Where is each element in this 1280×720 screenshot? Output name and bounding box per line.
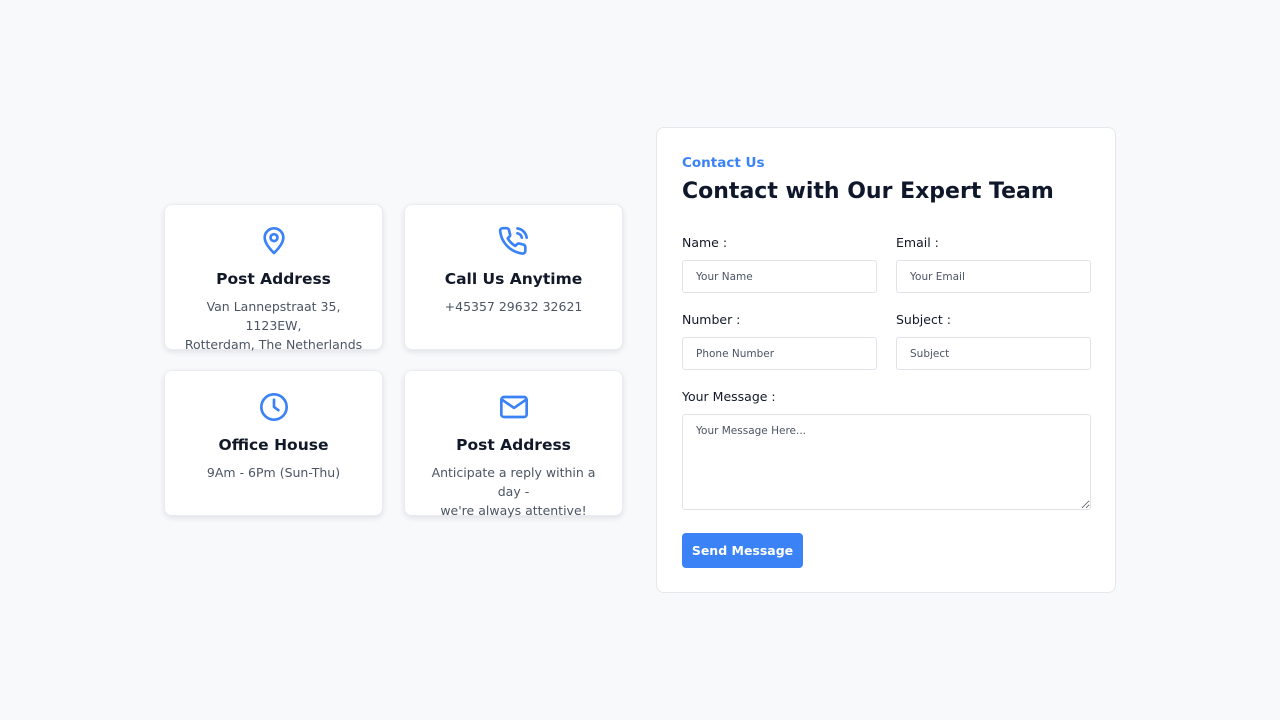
- email-label: Email :: [896, 235, 939, 250]
- map-pin-icon: [258, 225, 290, 257]
- subject-input[interactable]: [896, 337, 1091, 370]
- card-text-line: we're always attentive!: [440, 503, 587, 518]
- card-text: +45357 29632 32621: [419, 297, 608, 316]
- email-card: Post Address Anticipate a reply within a…: [404, 370, 623, 518]
- phone-icon: [498, 225, 530, 257]
- card-text-line: 9Am - 6Pm (Sun-Thu): [206, 465, 341, 480]
- call-us-card: Call Us Anytime +45357 29632 32621: [404, 204, 623, 350]
- message-label: Your Message :: [682, 389, 776, 404]
- subject-label: Subject :: [896, 312, 951, 327]
- mail-icon: [498, 391, 530, 423]
- contact-form: Contact Us Contact with Our Expert Team …: [656, 127, 1116, 593]
- card-text: 9Am - 6Pm (Sun-Thu): [179, 463, 368, 482]
- phone-number-input[interactable]: [682, 337, 877, 370]
- number-label: Number :: [682, 312, 741, 327]
- card-text-line: Rotterdam, The Netherlands: [184, 337, 363, 352]
- card-text-line: Anticipate a reply within a day -: [431, 465, 596, 499]
- phone-number-link[interactable]: +45357 29632 32621: [419, 297, 608, 316]
- card-text: Van Lannepstraat 35, 1123EW, Rotterdam, …: [179, 297, 368, 354]
- card-text: Anticipate a reply within a day - we're …: [419, 463, 608, 520]
- clock-icon: [258, 391, 290, 423]
- card-title: Post Address: [216, 270, 331, 288]
- message-textarea[interactable]: [682, 414, 1091, 510]
- card-title: Office House: [218, 436, 329, 454]
- card-title: Post Address: [456, 436, 571, 454]
- card-title: Call Us Anytime: [444, 270, 583, 288]
- section-eyebrow: Contact Us: [682, 155, 765, 171]
- send-message-button[interactable]: Send Message: [682, 533, 803, 568]
- name-input[interactable]: [682, 260, 877, 293]
- card-text-line: Van Lannepstraat 35, 1123EW,: [206, 299, 341, 333]
- post-address-card: Post Address Van Lannepstraat 35, 1123EW…: [164, 204, 383, 352]
- email-input[interactable]: [896, 260, 1091, 293]
- name-label: Name :: [682, 235, 728, 250]
- form-title: Contact with Our Expert Team: [682, 179, 1054, 204]
- office-hours-card: Office House 9Am - 6Pm (Sun-Thu): [164, 370, 383, 516]
